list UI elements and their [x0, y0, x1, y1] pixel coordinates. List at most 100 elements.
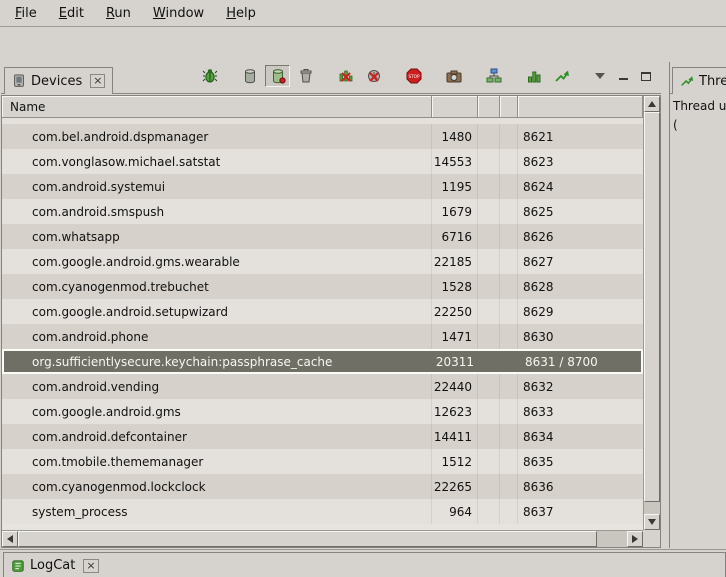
table-row[interactable]: com.tmobile.thememanager 1512 8635 [2, 449, 643, 474]
table-row[interactable]: com.android.systemui 1195 8624 [2, 174, 643, 199]
process-port: 8633 [518, 399, 643, 424]
table-row[interactable]: org.sufficientlysecure.keychain:passphra… [2, 349, 643, 374]
column-header-4[interactable] [500, 96, 518, 117]
process-port: 8635 [518, 449, 643, 474]
process-cell-3 [478, 374, 500, 399]
start-method-profiling-button[interactable] [361, 65, 386, 87]
column-header-pid[interactable] [432, 96, 478, 117]
process-name: com.android.smspush [2, 199, 432, 224]
tab-devices[interactable]: Devices × [4, 67, 113, 94]
heap-bars-button[interactable] [521, 65, 546, 87]
debug-process-button[interactable] [197, 65, 222, 87]
cause-gc-button[interactable] [293, 65, 318, 87]
table-row[interactable]: com.google.android.setupwizard 22250 862… [2, 299, 643, 324]
process-cell-4 [500, 149, 518, 174]
table-row[interactable]: com.android.defcontainer 14411 8634 [2, 424, 643, 449]
minimize-icon [619, 78, 628, 80]
cause-gc-icon [298, 68, 314, 84]
menu-window[interactable]: Window [142, 3, 215, 24]
table-row[interactable]: com.google.android.gms.wearable 22185 86… [2, 249, 643, 274]
horizontal-scrollbar-track[interactable] [18, 531, 627, 547]
process-port: 8626 [518, 224, 643, 249]
process-cell-4 [500, 274, 518, 299]
process-name: com.android.defcontainer [2, 424, 432, 449]
update-heap-icon [242, 68, 258, 84]
update-heap-button[interactable] [237, 65, 262, 87]
threads-message: Thread up ( [670, 94, 726, 135]
vertical-scrollbar-thumb[interactable] [644, 112, 660, 502]
table-row[interactable]: com.whatsapp 6716 8626 [2, 224, 643, 249]
method-trace-icon [554, 68, 570, 84]
view-menu-icon [595, 73, 605, 79]
process-pid: 22440 [432, 374, 478, 399]
process-cell-3 [478, 224, 500, 249]
process-pid: 1480 [432, 124, 478, 149]
arrow-left-icon [7, 535, 13, 543]
menu-file[interactable]: File [4, 3, 48, 24]
process-cell-4 [500, 449, 518, 474]
process-port: 8637 [518, 499, 643, 524]
process-name: com.google.android.setupwizard [2, 299, 432, 324]
table-row[interactable]: system_process 964 8637 [2, 499, 643, 524]
process-name: com.bel.android.dspmanager [2, 124, 432, 149]
horizontal-scrollbar-thumb[interactable] [18, 531, 597, 547]
column-header-port[interactable] [518, 96, 643, 117]
process-pid: 1679 [432, 199, 478, 224]
process-cell-3 [478, 149, 500, 174]
process-name: com.android.systemui [2, 174, 432, 199]
close-icon[interactable]: × [83, 559, 98, 573]
table-row[interactable]: com.google.android.gms 12623 8633 [2, 399, 643, 424]
menu-help[interactable]: Help [215, 3, 267, 24]
process-cell-3 [478, 124, 500, 149]
vertical-scrollbar[interactable] [643, 96, 660, 530]
arrow-up-icon [648, 101, 656, 107]
threads-panel: Threads Thread up ( [669, 62, 726, 548]
process-port: 8628 [518, 274, 643, 299]
device-process-table: Name com.bel.android.dspmanager 1480 862… [1, 95, 661, 548]
update-threads-icon [338, 68, 354, 84]
process-cell-3 [478, 424, 500, 449]
maximize-button[interactable] [637, 69, 655, 84]
scroll-left-button[interactable] [2, 531, 18, 547]
view-menu-button[interactable] [591, 69, 609, 84]
column-header-3[interactable] [478, 96, 500, 117]
dump-hprof-icon [270, 68, 286, 84]
scroll-up-button[interactable] [644, 96, 660, 112]
menubar: FileEditRunWindowHelp [0, 0, 726, 27]
menu-run[interactable]: Run [95, 3, 142, 24]
column-header-name[interactable]: Name [2, 96, 432, 117]
tab-threads[interactable]: Threads [672, 67, 726, 94]
process-port: 8625 [518, 199, 643, 224]
vertical-scrollbar-track[interactable] [644, 112, 660, 514]
process-name: com.android.vending [2, 374, 432, 399]
table-row[interactable]: com.cyanogenmod.trebuchet 1528 8628 [2, 274, 643, 299]
menu-edit[interactable]: Edit [48, 3, 95, 24]
table-row[interactable]: com.android.smspush 1679 8625 [2, 199, 643, 224]
maximize-icon [641, 72, 651, 81]
screen-capture-button[interactable] [441, 65, 466, 87]
table-row[interactable]: com.bel.android.dspmanager 1480 8621 [2, 124, 643, 149]
update-threads-button[interactable] [333, 65, 358, 87]
table-row[interactable]: com.cyanogenmod.lockclock 22265 8636 [2, 474, 643, 499]
process-pid: 12623 [432, 399, 478, 424]
process-name: org.sufficientlysecure.keychain:passphra… [4, 351, 434, 372]
scroll-right-button[interactable] [627, 531, 643, 547]
threads-message-line2: ( [673, 116, 726, 135]
dump-view-hierarchy-button[interactable] [481, 65, 506, 87]
close-icon[interactable]: × [90, 74, 105, 88]
table-row[interactable]: com.android.phone 1471 8630 [2, 324, 643, 349]
panel-sash-vertical[interactable] [661, 62, 669, 548]
table-row[interactable]: com.android.vending 22440 8632 [2, 374, 643, 399]
process-cell-4 [500, 474, 518, 499]
scroll-down-button[interactable] [644, 514, 660, 530]
table-row[interactable]: com.vonglasow.michael.satstat 14553 8623 [2, 149, 643, 174]
dump-hprof-button[interactable] [265, 65, 290, 87]
process-port: 8634 [518, 424, 643, 449]
tab-logcat[interactable]: LogCat × [3, 552, 726, 577]
method-trace-button[interactable] [549, 65, 574, 87]
horizontal-scrollbar[interactable] [2, 530, 643, 547]
process-cell-4 [500, 174, 518, 199]
process-name: com.vonglasow.michael.satstat [2, 149, 432, 174]
minimize-button[interactable] [614, 69, 632, 84]
stop-process-button[interactable]: STOP [401, 65, 426, 87]
